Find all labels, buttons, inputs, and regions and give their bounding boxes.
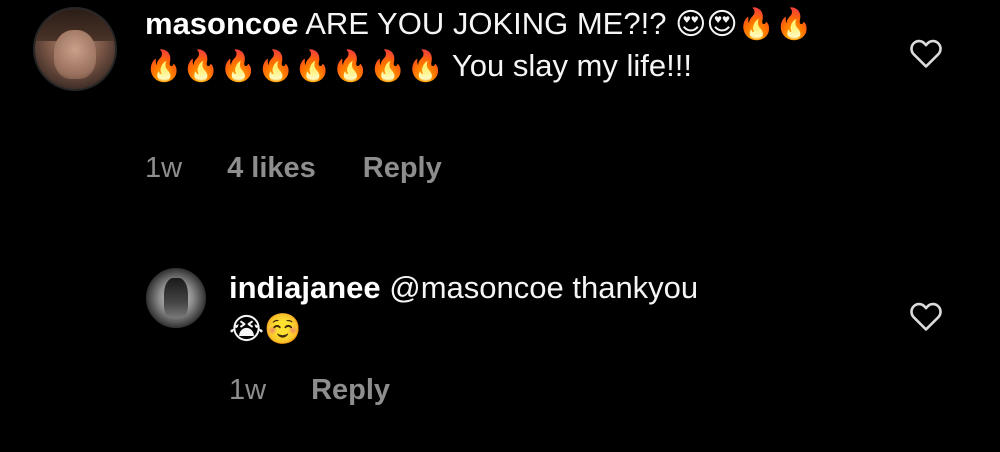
reply-avatar[interactable] bbox=[146, 268, 206, 328]
comment-reply-button[interactable]: Reply bbox=[363, 152, 442, 185]
comment-username[interactable]: masoncoe bbox=[145, 6, 298, 41]
comment-likes-button[interactable]: 4 likes bbox=[227, 152, 316, 185]
reply-reply-button[interactable]: Reply bbox=[311, 374, 390, 407]
heart-outline-icon[interactable] bbox=[908, 300, 944, 332]
reply-text-body: thankyou bbox=[563, 270, 699, 305]
avatar-face bbox=[54, 29, 96, 80]
heart-outline-icon[interactable] bbox=[908, 37, 944, 69]
reply-time: 1w bbox=[229, 374, 267, 406]
reply-text: indiajanee @masoncoe thankyou 😭☺️ bbox=[229, 267, 849, 350]
comment-text: masoncoe ARE YOU JOKING ME?!? 😍😍🔥🔥🔥🔥🔥🔥🔥🔥… bbox=[145, 3, 835, 87]
reply-emojis: 😭☺️ bbox=[229, 312, 302, 347]
comment-text-part2: You slay my life!!! bbox=[451, 48, 692, 83]
comment-time: 1w bbox=[145, 152, 183, 184]
comment-meta: 1w 4 likes Reply bbox=[145, 152, 442, 185]
reply-username[interactable]: indiajanee bbox=[229, 270, 381, 305]
reply-meta: 1w Reply bbox=[229, 374, 390, 407]
comment-avatar[interactable] bbox=[33, 7, 117, 91]
avatar-figure bbox=[164, 277, 188, 319]
comment-text-part1: ARE YOU JOKING ME?!? bbox=[305, 6, 676, 41]
reply-mention[interactable]: @masoncoe bbox=[389, 270, 564, 305]
